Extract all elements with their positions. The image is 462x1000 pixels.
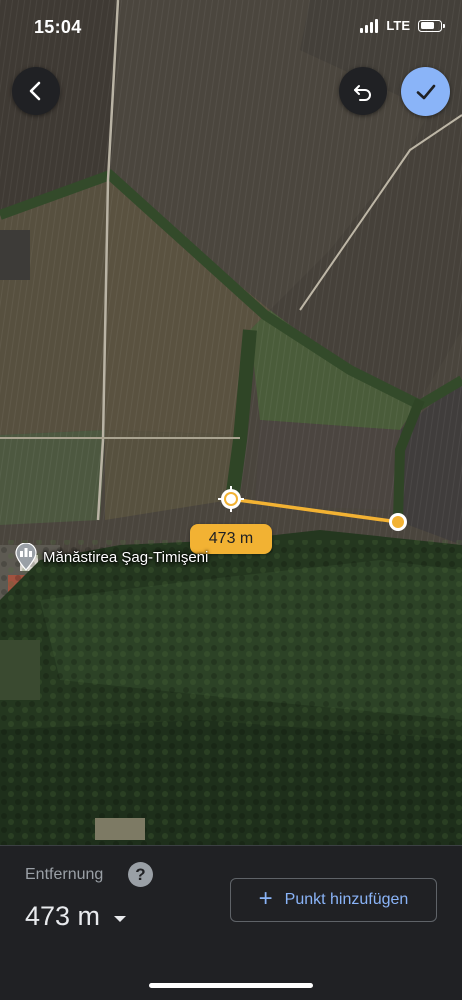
measure-end-point[interactable] (389, 513, 407, 531)
undo-button[interactable] (339, 67, 387, 115)
add-point-button[interactable]: + Punkt hinzufügen (230, 878, 437, 922)
home-indicator[interactable] (149, 983, 313, 988)
back-button[interactable] (12, 67, 60, 115)
satellite-map[interactable]: 473 m Mănăstirea Şag-Timişeni (0, 0, 462, 845)
status-bar: 15:04 LTE (0, 0, 462, 56)
help-icon[interactable]: ? (128, 862, 153, 887)
plus-icon: + (258, 885, 273, 912)
check-icon (416, 84, 435, 99)
battery-icon (418, 19, 445, 32)
status-time: 15:04 (34, 17, 82, 37)
signal-icon (360, 18, 379, 33)
undo-icon (354, 85, 371, 101)
network-type: LTE (386, 18, 410, 33)
chevron-left-icon (29, 81, 41, 101)
place-name: Mănăstirea Şag-Timişeni (43, 548, 209, 566)
add-point-label: Punkt hinzufügen (284, 891, 409, 908)
distance-unit-dropdown[interactable]: 473 m (25, 901, 127, 932)
satellite-imagery (0, 0, 462, 845)
status-indicators: LTE (360, 18, 445, 33)
place-label[interactable]: Mănăstirea Şag-Timişeni (15, 543, 208, 571)
distance-value: 473 m (25, 901, 101, 931)
caret-down-icon (114, 915, 127, 922)
measure-panel: Entfernung ? 473 m + Punkt hinzufügen (0, 845, 462, 1000)
distance-label: Entfernung (25, 866, 104, 883)
done-button[interactable] (401, 67, 450, 116)
monastery-icon (15, 543, 37, 571)
